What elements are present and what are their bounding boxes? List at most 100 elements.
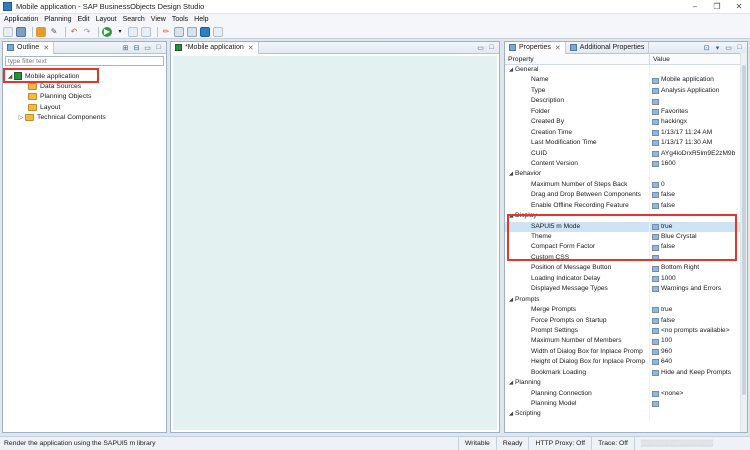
property-row[interactable]: Force Prompts on Startup false (505, 315, 747, 326)
view-menu-icon[interactable]: ▾ (713, 43, 722, 52)
tree-node-layout[interactable]: Layout (28, 102, 60, 112)
execute-icon[interactable]: ▶ (102, 26, 112, 37)
tree-node-planning-objects[interactable]: Planning Objects (28, 92, 91, 102)
property-row[interactable]: Planning Model (505, 399, 747, 410)
collapse-triangle-icon[interactable]: ◢ (507, 409, 515, 419)
property-row[interactable]: Displayed Message Types Warnings and Erro… (505, 284, 747, 295)
property-value[interactable]: Hide and Keep Prompts (650, 368, 747, 378)
property-value[interactable]: AYg4loDrxR5lm9E2zM9b (650, 149, 747, 159)
tab-additional-properties[interactable]: Additional Properties (566, 41, 650, 54)
property-value[interactable]: hackingx (650, 117, 747, 127)
property-value[interactable]: 100 (650, 336, 747, 346)
scrollbar-thumb[interactable] (742, 65, 746, 395)
properties-scrollbar[interactable] (740, 53, 747, 432)
undo-icon[interactable]: ↶ (69, 27, 79, 37)
property-value[interactable]: Warnings and Errors (650, 284, 747, 294)
property-row[interactable]: Merge Prompts true (505, 305, 747, 316)
property-row[interactable]: Folder Favorites (505, 106, 747, 118)
property-value[interactable]: <none> (650, 389, 747, 399)
collapse-triangle-icon[interactable]: ◢ (507, 295, 515, 305)
property-row[interactable]: Bookmark Loading Hide and Keep Prompts (505, 367, 747, 379)
property-value[interactable] (650, 96, 747, 106)
menu-planning[interactable]: Planning (44, 16, 71, 23)
menu-tools[interactable]: Tools (172, 16, 188, 23)
pin-icon[interactable]: ⊡ (702, 43, 711, 52)
property-row[interactable]: Type Analysis Application (505, 85, 747, 97)
menu-application[interactable]: Application (4, 16, 38, 23)
property-value[interactable]: Favorites (650, 107, 747, 117)
property-row[interactable]: Created By hackingx (505, 117, 747, 128)
property-value[interactable]: 960 (650, 347, 747, 357)
property-value[interactable]: 1600 (650, 159, 747, 169)
paste-icon[interactable] (141, 26, 151, 37)
property-value[interactable]: Bottom Right (650, 263, 747, 273)
collapse-triangle-icon[interactable]: ◢ (507, 378, 515, 388)
menu-layout[interactable]: Layout (96, 16, 117, 23)
property-row[interactable]: Position of Message Button Bottom Right (505, 263, 747, 274)
minimize-panel-icon[interactable]: ▭ (476, 43, 485, 52)
minimize-button[interactable]: – (684, 0, 706, 13)
property-row[interactable]: Creation Time 1/13/17 11:24 AM (505, 127, 747, 139)
maximize-panel-icon[interactable]: □ (735, 43, 744, 52)
property-row[interactable]: Height of Dialog Box for Inplace Promp 64… (505, 357, 747, 368)
maximize-button[interactable]: ❐ (706, 0, 728, 13)
property-category[interactable]: ◢ Planning (505, 378, 747, 389)
property-row[interactable]: Planning Connection <none> (505, 388, 747, 399)
collapse-triangle-icon[interactable]: ◢ (507, 169, 515, 179)
property-row[interactable]: Description (505, 96, 747, 107)
design-canvas[interactable] (173, 56, 497, 430)
property-category[interactable]: ◢ Scripting (505, 409, 747, 420)
property-value[interactable]: false (650, 190, 747, 200)
tab-outline[interactable]: Outline ✕ (3, 41, 55, 54)
window-icon[interactable] (213, 26, 223, 37)
close-tab-icon[interactable]: ✕ (248, 44, 254, 52)
minimize-panel-icon[interactable]: ▭ (724, 43, 733, 52)
collapse-triangle-icon[interactable]: ◢ (507, 65, 515, 75)
copy-icon[interactable] (128, 26, 138, 37)
property-value[interactable]: false (650, 201, 747, 211)
add-data-source-icon[interactable] (36, 26, 46, 37)
property-category[interactable]: ◢ General (505, 65, 747, 76)
expand-triangle-icon[interactable]: ▷ (17, 114, 25, 121)
layout-icon[interactable] (187, 26, 197, 37)
preview-icon[interactable] (200, 26, 210, 37)
expand-all-icon[interactable]: ⊞ (121, 43, 130, 52)
save-icon[interactable] (16, 26, 26, 37)
collapse-all-icon[interactable]: ⊟ (132, 43, 141, 52)
property-value[interactable]: true (650, 305, 747, 315)
property-row[interactable]: Maximum Number of Steps Back 0 (505, 179, 747, 191)
new-icon[interactable] (3, 26, 13, 37)
property-value[interactable]: <no prompts available> (650, 326, 747, 336)
grid-icon[interactable] (174, 26, 184, 37)
property-value[interactable]: 1/13/17 11:24 AM (650, 128, 747, 138)
property-row[interactable]: Drag and Drop Between Components false (505, 190, 747, 201)
property-category[interactable]: ◢ Behavior (505, 169, 747, 180)
property-value[interactable]: Mobile application (650, 75, 747, 85)
close-tab-icon[interactable]: ✕ (555, 44, 561, 52)
menu-search[interactable]: Search (123, 16, 145, 23)
menu-view[interactable]: View (151, 16, 166, 23)
property-row[interactable]: Last Modification Time 1/13/17 11:30 AM (505, 138, 747, 149)
edit-icon[interactable]: ✎ (49, 27, 59, 37)
property-value[interactable]: 640 (650, 357, 747, 367)
tree-node-technical-components[interactable]: ▷ Technical Components (17, 113, 106, 123)
menu-help[interactable]: Help (194, 16, 208, 23)
menu-edit[interactable]: Edit (78, 16, 90, 23)
redo-icon[interactable]: ↷ (82, 27, 92, 37)
property-value[interactable] (650, 399, 747, 409)
property-row[interactable]: Prompt Settings <no prompts available> (505, 325, 747, 337)
maximize-panel-icon[interactable]: □ (154, 43, 163, 52)
property-category[interactable]: ◢ Prompts (505, 294, 747, 306)
close-window-button[interactable]: ✕ (728, 0, 750, 13)
property-value[interactable]: false (650, 316, 747, 326)
property-row[interactable]: Width of Dialog Box for Inplace Promp 960 (505, 346, 747, 358)
outline-filter-input[interactable] (5, 56, 164, 66)
property-row[interactable]: Content Version 1600 (505, 158, 747, 170)
property-row[interactable]: Enable Offline Recording Feature false (505, 200, 747, 212)
maximize-panel-icon[interactable]: □ (487, 43, 496, 52)
property-value[interactable]: Analysis Application (650, 86, 747, 96)
property-row[interactable]: CUID AYg4loDrxR5lm9E2zM9b (505, 148, 747, 159)
minimize-panel-icon[interactable]: ▭ (143, 43, 152, 52)
execute-dropdown-icon[interactable]: ▾ (115, 27, 125, 37)
tab-properties[interactable]: Properties ✕ (505, 41, 566, 54)
